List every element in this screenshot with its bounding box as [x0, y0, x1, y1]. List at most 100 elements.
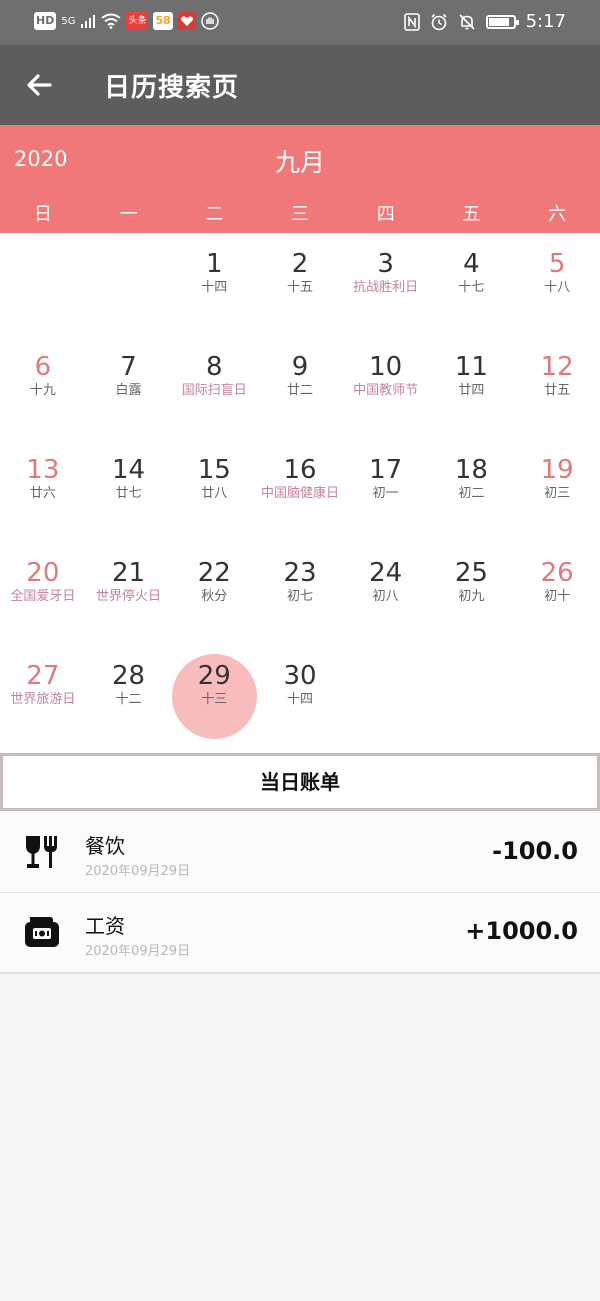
calendar-day-6[interactable]: 6 十九 — [0, 336, 86, 439]
page-title: 日历搜索页 — [104, 73, 240, 103]
weekday-label: 五 — [462, 204, 481, 225]
battery-icon — [485, 14, 519, 29]
bill-category: 工资 — [85, 914, 125, 938]
calendar-day-20[interactable]: 20 全国爱牙日 — [0, 542, 86, 645]
calendar-day-3[interactable]: 3 抗战胜利日 — [343, 233, 429, 336]
calendar-day-21[interactable]: 21 世界停火日 — [86, 542, 172, 645]
day-number: 19 — [540, 455, 574, 485]
day-number: 22 — [197, 558, 231, 588]
calendar-day-10[interactable]: 10 中国教师节 — [343, 336, 429, 439]
lunar-date-label: 初一 — [372, 486, 399, 501]
lunar-date-label: 十九 — [29, 383, 56, 398]
calendar-week-row: 6 十九 7 白露 8 国际扫盲日 9 廿二 10 中国教师节 11 廿四 12 廿五 — [0, 336, 600, 439]
festival-label: 世界旅游日 — [10, 692, 76, 707]
calendar-day-9[interactable]: 9 廿二 — [257, 336, 343, 439]
calendar-day-14[interactable]: 14 廿七 — [86, 439, 172, 542]
day-number: 26 — [540, 558, 574, 588]
calendar-day-17[interactable]: 17 初一 — [343, 439, 429, 542]
festival-label: 中国教师节 — [353, 383, 419, 398]
calendar-day-15[interactable]: 15 廿八 — [171, 439, 257, 542]
calendar-day-5[interactable]: 5 十八 — [514, 233, 600, 336]
bill-date: 2020年09月29日 — [85, 864, 191, 879]
calendar-day-19[interactable]: 19 初三 — [514, 439, 600, 542]
wifi-icon — [101, 13, 122, 29]
calendar-week-row: 20 全国爱牙日 21 世界停火日 22 秋分 23 初七 24 初八 25 初九 26 初十 — [0, 542, 600, 645]
day-number: 27 — [26, 661, 60, 691]
day-number: 10 — [369, 352, 403, 382]
calendar-day-28[interactable]: 28 十二 — [86, 645, 172, 748]
lunar-date-label: 白露 — [115, 383, 142, 398]
lunar-date-label: 廿二 — [286, 383, 313, 398]
calendar-day-22[interactable]: 22 秋分 — [171, 542, 257, 645]
calendar-day-13[interactable]: 13 廿六 — [0, 439, 86, 542]
lunar-date-label: 十四 — [286, 692, 313, 707]
lunar-date-label: 初九 — [458, 589, 485, 604]
lunar-date-label: 廿四 — [458, 383, 485, 398]
bill-item[interactable]: 餐饮 2020年09月29日 -100.0 — [0, 813, 600, 894]
day-number: 15 — [197, 455, 231, 485]
calendar-day-30[interactable]: 30 十四 — [257, 645, 343, 748]
day-number: 13 — [26, 455, 60, 485]
calendar-day-2[interactable]: 2 十五 — [257, 233, 343, 336]
wallet-money-icon — [22, 917, 62, 947]
status-bar: HD 5G 头条 58 5:17 — [0, 0, 600, 45]
nfc-icon — [403, 12, 420, 31]
day-number: 21 — [112, 558, 146, 588]
day-number: 5 — [548, 249, 566, 279]
toutiao-app-icon: 头条 — [126, 12, 149, 30]
bill-category: 餐饮 — [85, 834, 125, 858]
lunar-date-label: 初三 — [544, 486, 571, 501]
calendar-week-row: 13 廿六 14 廿七 15 廿八 16 中国脑健康日 17 初一 18 初二 19 初三 — [0, 439, 600, 542]
day-number: 24 — [369, 558, 403, 588]
bill-amount: +1000.0 — [465, 917, 578, 945]
lunar-date-label: 廿七 — [115, 486, 142, 501]
day-number: 17 — [369, 455, 403, 485]
weekday-label: 六 — [548, 204, 567, 225]
calendar-month: 九月 — [274, 148, 325, 177]
fork-knife-glass-icon — [26, 836, 57, 868]
back-arrow-icon[interactable] — [20, 65, 60, 105]
calendar-day-26[interactable]: 26 初十 — [514, 542, 600, 645]
festival-label: 国际扫盲日 — [181, 383, 247, 398]
day-number: 16 — [283, 455, 317, 485]
festival-label: 世界停火日 — [96, 589, 162, 604]
calendar-day-27[interactable]: 27 世界旅游日 — [0, 645, 86, 748]
calendar-day-8[interactable]: 8 国际扫盲日 — [171, 336, 257, 439]
lunar-date-label: 十四 — [201, 280, 228, 295]
lunar-date-label: 十八 — [544, 280, 571, 295]
lunar-date-label: 十二 — [115, 692, 142, 707]
bill-item[interactable]: 工资 2020年09月29日 +1000.0 — [0, 893, 600, 974]
calendar-day-23[interactable]: 23 初七 — [257, 542, 343, 645]
lunar-date-label: 十七 — [458, 280, 485, 295]
status-time: 5:17 — [525, 11, 566, 32]
festival-label: 中国脑健康日 — [260, 486, 339, 501]
day-number: 28 — [112, 661, 146, 691]
calendar-day-25[interactable]: 25 初九 — [429, 542, 515, 645]
status-icons-left: HD 5G 头条 58 — [34, 12, 219, 30]
calendar-day-12[interactable]: 12 廿五 — [514, 336, 600, 439]
festival-label: 全国爱牙日 — [10, 589, 76, 604]
lunar-date-label: 廿五 — [544, 383, 571, 398]
calendar-day-18[interactable]: 18 初二 — [429, 439, 515, 542]
calendar-header: 2020 九月 日 一 二 三 四 五 六 — [0, 125, 600, 233]
calendar-day-16[interactable]: 16 中国脑健康日 — [257, 439, 343, 542]
day-number: 1 — [205, 249, 223, 279]
lunar-date-label: 十三 — [201, 692, 228, 707]
day-number: 23 — [283, 558, 317, 588]
calendar-day-4[interactable]: 4 十七 — [429, 233, 515, 336]
festival-label: 抗战胜利日 — [353, 280, 419, 295]
alarm-icon — [431, 13, 447, 30]
day-number: 8 — [205, 352, 223, 382]
bill-date: 2020年09月29日 — [85, 944, 191, 959]
signal-icon — [81, 15, 96, 28]
day-number: 3 — [377, 249, 394, 279]
weekday-label: 四 — [376, 204, 395, 225]
calendar-day-11[interactable]: 11 廿四 — [429, 336, 515, 439]
calendar-day-24[interactable]: 24 初八 — [343, 542, 429, 645]
day-number: 25 — [454, 558, 488, 588]
calendar-day-1[interactable]: 1 十四 — [171, 233, 257, 336]
lunar-date-label: 廿八 — [201, 486, 228, 501]
calendar-day-7[interactable]: 7 白露 — [86, 336, 172, 439]
day-number: 6 — [34, 352, 52, 382]
calendar-day-29[interactable]: 29 十三 — [171, 645, 257, 748]
